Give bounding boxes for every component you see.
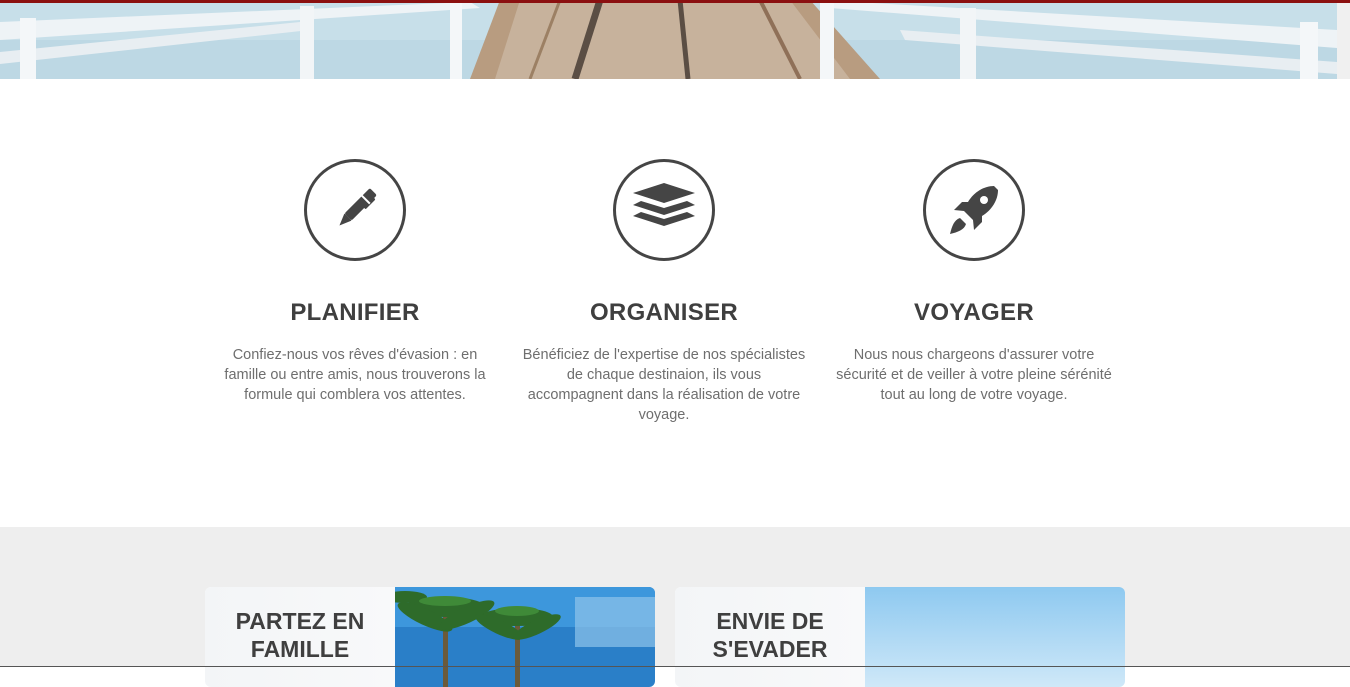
scrollbar-track[interactable] [1337, 0, 1350, 79]
feature-title: ORGANISER [589, 299, 739, 326]
rocket-icon [923, 159, 1025, 261]
features-section: PLANIFIER Confiez-nous vos rêves d'évasi… [0, 79, 1350, 527]
feature-description: Nous nous chargeons d'assurer votre sécu… [836, 347, 1112, 403]
card-title[interactable]: PARTEZ EN FAMILLE [205, 587, 395, 663]
destinations-section: PARTEZ EN FAMILLE ENVIE DE S'EVADER [0, 527, 1350, 687]
layers-icon [613, 159, 715, 261]
feature-voyager: VOYAGER Nous nous chargeons d'assurer vo… [829, 159, 1119, 405]
card-evader[interactable]: ENVIE DE S'EVADER [675, 587, 1125, 687]
card-text-panel: PARTEZ EN FAMILLE [205, 587, 395, 687]
blue-sky-image [865, 587, 1125, 687]
palm-trees-image [395, 587, 655, 687]
top-accent-bar [0, 0, 1350, 3]
feature-description: Bénéficiez de l'expertise de nos spécial… [522, 347, 806, 423]
card-famille[interactable]: PARTEZ EN FAMILLE [205, 587, 655, 687]
card-text-panel: ENVIE DE S'EVADER [675, 587, 865, 687]
feature-title: PLANIFIER [290, 299, 420, 326]
hero-banner-image [0, 0, 1337, 79]
card-title[interactable]: ENVIE DE S'EVADER [675, 587, 865, 663]
feature-planifier: PLANIFIER Confiez-nous vos rêves d'évasi… [210, 159, 500, 405]
feature-title: VOYAGER [914, 299, 1034, 326]
feature-description: Confiez-nous vos rêves d'évasion : en fa… [224, 347, 486, 403]
pen-icon [304, 159, 406, 261]
feature-organiser: ORGANISER Bénéficiez de l'expertise de n… [519, 159, 809, 425]
